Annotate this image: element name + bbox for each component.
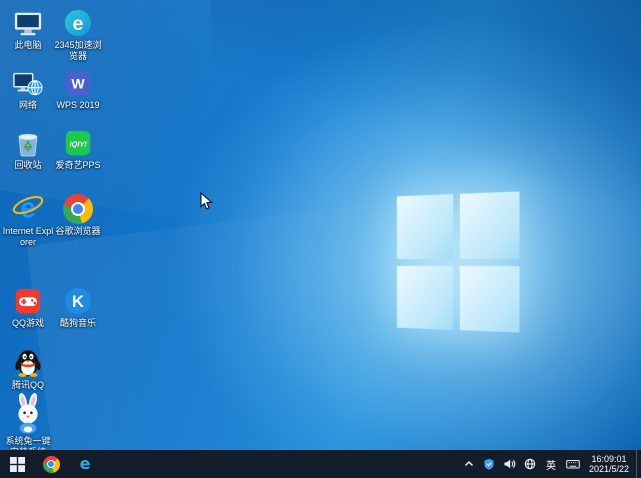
chrome-ball-icon — [63, 190, 93, 224]
shield-icon — [483, 458, 495, 470]
language-indicator[interactable]: 英 — [540, 450, 562, 478]
recycle-bin-icon — [13, 124, 43, 158]
windows-logo-pane — [397, 265, 453, 329]
desktop-icon-wps[interactable]: W WPS 2019 — [52, 64, 104, 111]
tray-security-button[interactable] — [479, 450, 499, 478]
network-globe-icon — [524, 458, 536, 470]
svg-text:W: W — [71, 76, 85, 92]
taskbar-chrome-button[interactable] — [34, 450, 68, 478]
desktop-icon-label: 回收站 — [14, 160, 41, 171]
windows-logo-pane — [459, 191, 519, 258]
taskbar: e 英 16:09:01 2021/5/22 — [0, 450, 641, 478]
windows-logo-pane — [459, 266, 519, 333]
desktop-icon-2345-browser[interactable]: e 2345加速浏览器 — [52, 4, 104, 62]
desktop-icon-label: 此电脑 — [14, 40, 41, 51]
clock-date: 2021/5/22 — [589, 464, 629, 475]
screen: 此电脑 e 2345加速浏览器 网络 W WPS 2019 回收站 iQIYI … — [0, 0, 641, 478]
keyboard-icon — [566, 458, 580, 470]
desktop-icon-kugou[interactable]: K 酷狗音乐 — [52, 282, 104, 329]
desktop-icon-network[interactable]: 网络 — [2, 64, 54, 111]
speaker-icon — [503, 458, 516, 470]
windows-logo-wallpaper — [397, 191, 520, 332]
edge-icon: e — [80, 456, 91, 472]
iqiyi-green-icon: iQIYI — [63, 124, 93, 158]
taskbar-clock[interactable]: 16:09:01 2021/5/22 — [584, 454, 636, 475]
desktop-icon-recycle-bin[interactable]: 回收站 — [2, 124, 54, 171]
desktop-icon-label: 2345加速浏览器 — [52, 40, 104, 62]
teal-browser-circle-icon: e — [63, 4, 93, 38]
mouse-cursor — [200, 192, 213, 211]
qq-game-red-gamepad-icon — [13, 282, 43, 316]
kugou-blue-k-icon: K — [63, 282, 93, 316]
tray-network-button[interactable] — [520, 450, 540, 478]
monitor-globe-icon — [13, 64, 43, 98]
desktop-icon-iqiyi[interactable]: iQIYI 爱奇艺PPS — [52, 124, 104, 171]
desktop-icon-internet-explorer[interactable]: e Internet Explorer — [2, 190, 54, 248]
start-button[interactable] — [0, 450, 34, 478]
chrome-icon — [43, 456, 60, 473]
desktop-icon-chrome[interactable]: 谷歌浏览器 — [52, 190, 104, 237]
svg-text:K: K — [72, 292, 85, 311]
taskbar-edge-button[interactable]: e — [68, 450, 102, 478]
desktop-background[interactable]: 此电脑 e 2345加速浏览器 网络 W WPS 2019 回收站 iQIYI … — [0, 0, 641, 450]
rabbit-mascot-icon — [10, 392, 46, 434]
desktop-icon-label: QQ游戏 — [12, 318, 44, 329]
ie-blue-e-icon: e — [11, 190, 45, 224]
desktop-icon-system-rabbit[interactable]: 系统兔一键安装系统 — [2, 392, 54, 450]
system-tray: 英 16:09:01 2021/5/22 — [459, 450, 641, 478]
show-desktop-button[interactable] — [636, 450, 641, 478]
windows-logo-pane — [397, 194, 453, 258]
desktop-icon-label: 谷歌浏览器 — [55, 226, 100, 237]
desktop-icon-label: 酷狗音乐 — [60, 318, 96, 329]
desktop-icon-label: 网络 — [19, 100, 37, 111]
svg-text:e: e — [73, 13, 84, 35]
desktop-icon-qq-game[interactable]: QQ游戏 — [2, 282, 54, 329]
windows-start-icon — [10, 457, 25, 472]
touch-keyboard-button[interactable] — [562, 450, 584, 478]
wps-w-icon: W — [63, 64, 93, 98]
computer-monitor-icon — [13, 4, 43, 38]
clock-time: 16:09:01 — [589, 454, 629, 465]
svg-text:iQIYI: iQIYI — [69, 139, 87, 148]
qq-penguin-icon — [12, 344, 44, 378]
desktop-icon-label: WPS 2019 — [56, 100, 99, 111]
desktop-icon-label: 腾讯QQ — [12, 380, 44, 391]
desktop-icon-this-pc[interactable]: 此电脑 — [2, 4, 54, 51]
tray-volume-button[interactable] — [499, 450, 520, 478]
desktop-icon-label: 系统兔一键安装系统 — [2, 436, 54, 450]
desktop-icon-tencent-qq[interactable]: 腾讯QQ — [2, 344, 54, 391]
desktop-icon-label: Internet Explorer — [2, 226, 54, 248]
desktop-icon-label: 爱奇艺PPS — [55, 160, 100, 171]
chevron-up-icon — [463, 458, 475, 470]
hidden-icons-chevron[interactable] — [459, 450, 479, 478]
